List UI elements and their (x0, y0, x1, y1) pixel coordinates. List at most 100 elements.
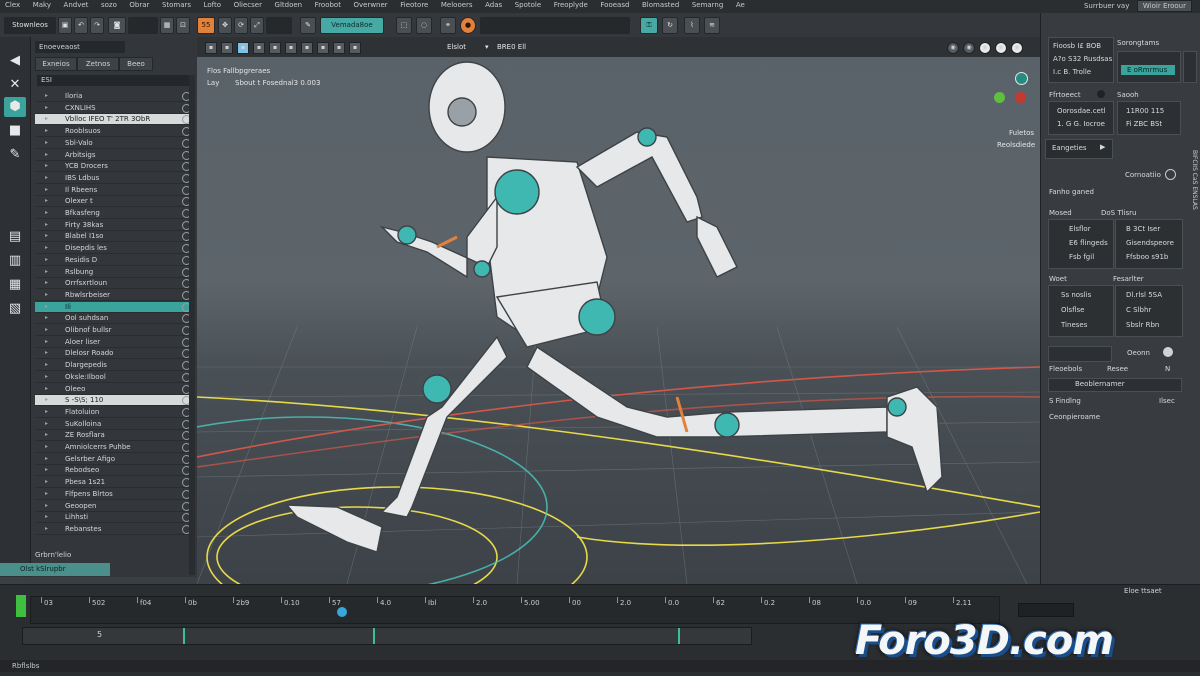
target-icon[interactable] (1165, 169, 1176, 180)
outliner-row[interactable]: ▸ S -S\S; 110 (35, 395, 191, 407)
menu-item[interactable]: Maky (28, 0, 56, 10)
menu-item[interactable]: Fooeasd (595, 0, 634, 10)
outliner-row[interactable]: ▸ Iloria (35, 91, 191, 102)
engine-row[interactable]: Eangeties ▶ (1045, 139, 1113, 159)
menu-item[interactable]: sozo (96, 0, 122, 10)
expand-arrow-icon[interactable]: ▸ (45, 231, 48, 241)
expand-arrow-icon[interactable]: ▸ (45, 501, 48, 511)
outliner-scrollbar[interactable] (189, 75, 195, 575)
outliner-row[interactable]: ▸ Pbesa 1s21 (35, 477, 191, 489)
expand-arrow-icon[interactable]: ▸ (45, 126, 48, 136)
document-icon[interactable]: ▥ (4, 251, 26, 271)
outliner-row[interactable]: ▸ IBS Ldbus (35, 173, 191, 184)
record-icon[interactable]: ● (460, 17, 476, 34)
frame-field[interactable] (1018, 603, 1074, 617)
expand-arrow-icon[interactable]: ▸ (45, 325, 48, 335)
menu-item[interactable]: Semarng (687, 0, 729, 10)
expand-arrow-icon[interactable]: ▸ (45, 138, 48, 148)
outliner-row[interactable]: ▸ Il Rbeens (35, 185, 191, 196)
preset-dropdown[interactable]: Stownleos (4, 17, 56, 34)
keyframe-marker[interactable] (373, 628, 375, 644)
layers-icon[interactable]: ▤ (4, 227, 26, 247)
expand-arrow-icon[interactable]: ▸ (45, 465, 48, 475)
expand-arrow-icon[interactable]: ▸ (45, 407, 48, 417)
expand-arrow-icon[interactable]: ▸ (45, 348, 48, 358)
keyframe-marker[interactable] (678, 628, 680, 644)
expand-arrow-icon[interactable]: ▸ (45, 430, 48, 440)
outliner-row[interactable]: ▸ Bfkasfeng (35, 208, 191, 219)
outliner-row[interactable]: ▸ Flfpens Blrtos (35, 489, 191, 500)
expand-arrow-icon[interactable]: ▸ (45, 419, 48, 429)
play-icon[interactable]: ▶ (1100, 143, 1105, 151)
outliner-row[interactable]: ▸ Rebanstes (35, 524, 191, 535)
toolbar-field[interactable] (128, 17, 158, 34)
expand-arrow-icon[interactable]: ▸ (45, 489, 48, 499)
expand-arrow-icon[interactable]: ▸ (45, 278, 48, 288)
expand-arrow-icon[interactable]: ▸ (45, 360, 48, 370)
mode-dropdown[interactable]: Vemada8oe (320, 17, 384, 34)
outliner-row[interactable]: ▸ Orrfsxrtloun (35, 278, 191, 290)
outliner-row[interactable]: ▸ Residis D (35, 255, 191, 266)
timeline-slider[interactable] (480, 17, 630, 34)
scale-icon[interactable]: ⤢ (250, 17, 264, 34)
outliner-row[interactable]: ▸ Geoopen (35, 501, 191, 512)
outliner-row[interactable]: ▸ ZE Rosflara (35, 430, 191, 442)
menu-item[interactable]: Gltdoen (270, 0, 308, 10)
expand-arrow-icon[interactable]: ▸ (45, 208, 48, 218)
keyframe-marker[interactable] (183, 628, 185, 644)
outliner-row[interactable]: ▸ Disepdis les (35, 243, 191, 255)
3d-viewport[interactable]: ▪ ▪ ▪ ▪ ▪ ▪ ▪ ▪ ▪ ▪ Elslot ▾ BRE0 Ell ◉ … (197, 37, 1040, 584)
number-button[interactable]: 55 (197, 17, 215, 34)
outliner-row[interactable]: ▸ Rooblsuos (35, 126, 191, 138)
playhead[interactable] (337, 607, 347, 617)
timeline-track[interactable]: 5 (22, 627, 752, 645)
menu-item[interactable]: Andvet (59, 0, 94, 10)
bone-icon[interactable]: ⌇ (684, 17, 700, 34)
outliner-row[interactable]: ▸ Blabel I1so (35, 231, 191, 243)
expand-arrow-icon[interactable]: ▸ (45, 220, 48, 230)
outliner-row[interactable]: ▸ Arbitsigs (35, 150, 191, 161)
expand-arrow-icon[interactable]: ▸ (45, 290, 48, 300)
snap-icon[interactable]: ⊡ (176, 17, 190, 34)
side-button[interactable] (1183, 51, 1197, 83)
outliner-row[interactable]: ▸ Rbwlsrbeiser (35, 290, 191, 301)
list-icon[interactable]: ▦ (4, 275, 26, 295)
menu-item[interactable]: Spotole (510, 0, 546, 10)
outliner-row[interactable]: ▸ Oleeo (35, 384, 191, 395)
menu-item[interactable]: Clex (0, 0, 25, 10)
row-field[interactable]: Beoblernamer (1048, 378, 1182, 392)
expand-arrow-icon[interactable]: ▸ (45, 114, 48, 124)
outliner-row[interactable]: ▸ Ili (35, 301, 191, 313)
outliner-row[interactable]: ▸ Sbl-Valo (35, 138, 191, 149)
expand-arrow-icon[interactable]: ▸ (45, 91, 48, 101)
outliner-row[interactable]: ▸ YCB Drocers (35, 161, 191, 173)
outliner-row[interactable]: ▸ CXNLIHS (35, 103, 191, 114)
expand-arrow-icon[interactable]: ▸ (45, 337, 48, 347)
expand-arrow-icon[interactable]: ▸ (45, 477, 48, 487)
expand-arrow-icon[interactable]: ▸ (45, 255, 48, 265)
outliner-row[interactable]: ▸ Dlargepedis (35, 360, 191, 372)
outliner-tab[interactable]: Zetnos (77, 57, 119, 71)
active-option[interactable]: E oRmrmus (1121, 65, 1175, 75)
select-icon[interactable]: ⬚ (396, 17, 412, 34)
menu-item[interactable]: Overwner (349, 0, 393, 10)
expand-arrow-icon[interactable]: ▸ (45, 384, 48, 394)
panel-icon[interactable]: ▧ (4, 299, 26, 319)
outliner-row[interactable]: ▸ SuKolloina (35, 419, 191, 430)
expand-arrow-icon[interactable]: ▸ (45, 243, 48, 253)
menu-item[interactable]: Melooers (436, 0, 478, 10)
expand-arrow-icon[interactable]: ▸ (45, 267, 48, 277)
expand-arrow-icon[interactable]: ▸ (45, 442, 48, 452)
workspace-dropdown[interactable]: Wioir Eroour (1136, 0, 1192, 12)
expand-arrow-icon[interactable]: ▸ (45, 150, 48, 160)
outliner-row[interactable]: ▸ Olibnof bullsr (35, 325, 191, 336)
outliner-search-input[interactable]: ESI (37, 75, 193, 86)
workspace-label[interactable]: Surrbuer vay (1079, 1, 1134, 11)
expand-arrow-icon[interactable]: ▸ (45, 454, 48, 464)
expand-arrow-icon[interactable]: ▸ (45, 372, 48, 382)
cursor-icon[interactable]: ✕ (4, 75, 26, 95)
grid-icon[interactable]: ▦ (160, 17, 174, 34)
toggle-icon[interactable] (1097, 90, 1105, 98)
menu-item[interactable]: Obrar (124, 0, 154, 10)
outliner-tab[interactable]: Exneios (35, 57, 77, 71)
